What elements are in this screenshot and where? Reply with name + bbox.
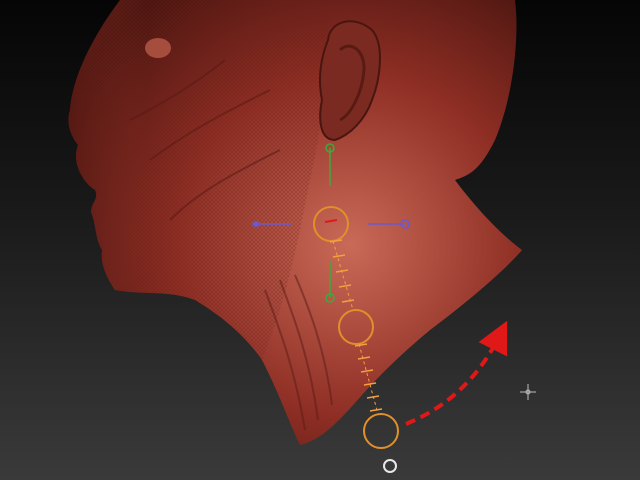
eye-socket — [145, 38, 171, 58]
gizmo-tick — [369, 408, 383, 412]
direction-arrow — [405, 320, 508, 426]
circle-icon[interactable] — [383, 459, 397, 473]
viewport-canvas[interactable] — [0, 0, 640, 480]
crosshair-icon — [520, 384, 536, 400]
gizmo-x-axis-left-handle[interactable] — [253, 221, 259, 227]
sculpted-head-model[interactable] — [68, 0, 522, 445]
gizmo-bottom-ring[interactable] — [363, 413, 399, 449]
sculpt-viewport[interactable] — [0, 0, 640, 480]
